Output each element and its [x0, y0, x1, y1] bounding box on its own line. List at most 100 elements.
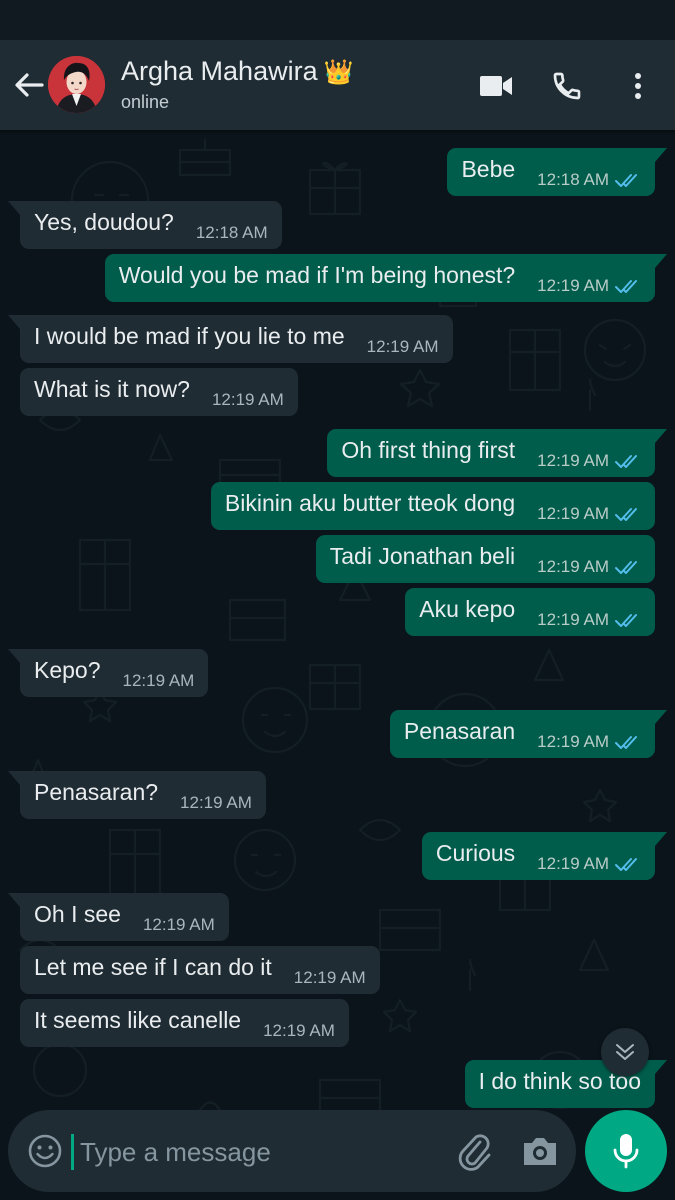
message-meta: 12:19 AM: [180, 793, 252, 813]
outgoing-message-bubble[interactable]: Penasaran 12:19 AM: [389, 710, 668, 758]
message-meta: 12:18 AM: [537, 170, 641, 190]
avatar[interactable]: [48, 56, 105, 113]
message-meta: 12:19 AM: [123, 671, 195, 691]
message-meta: 12:19 AM: [537, 451, 641, 471]
message-text: It seems like canelle: [34, 1006, 242, 1033]
message-meta: 12:19 AM: [537, 557, 641, 577]
outgoing-message-bubble[interactable]: Bebe 12:18 AM: [447, 148, 667, 196]
message-text: Penasaran?: [34, 778, 159, 805]
text-cursor: [71, 1134, 74, 1170]
incoming-message-bubble[interactable]: Kepo? 12:19 AM: [7, 649, 209, 697]
message-composer: [8, 1110, 576, 1192]
message-text: Oh I see: [34, 900, 121, 927]
incoming-message-bubble[interactable]: I would be mad if you lie to me 12:19 AM: [8, 315, 453, 363]
outgoing-message-bubble[interactable]: Aku kepo 12:19 AM: [405, 588, 655, 636]
outgoing-message-bubble[interactable]: Would you be mad if I'm being honest? 12:…: [104, 254, 668, 302]
outgoing-message-row: Penasaran 12:19 AM: [0, 710, 675, 771]
incoming-message-row: Oh I see 12:19 AM: [0, 893, 675, 946]
contact-name-text: Argha Mahawira: [121, 56, 318, 86]
message-meta: 12:19 AM: [367, 337, 439, 357]
message-input[interactable]: [78, 1126, 442, 1178]
more-options-icon[interactable]: [618, 66, 658, 106]
incoming-message-row: Yes, doudou? 12:18 AM: [0, 201, 675, 254]
message-meta: 12:19 AM: [537, 276, 641, 296]
message-meta: 12:18 AM: [196, 223, 268, 243]
crown-emoji: 👑: [323, 59, 354, 86]
message-meta: 12:19 AM: [212, 390, 284, 410]
video-call-icon[interactable]: [476, 66, 516, 106]
message-text: Let me see if I can do it: [34, 953, 272, 980]
message-text: Bikinin aku butter tteok dong: [224, 489, 516, 516]
chat-header: Argha Mahawira 👑 online: [0, 40, 675, 130]
message-time: 12:19 AM: [293, 968, 366, 987]
incoming-message-row: I would be mad if you lie to me 12:19 AM: [0, 315, 675, 368]
incoming-message-row: Let me see if I can do it 12:19 AM: [0, 946, 675, 999]
message-meta: 12:19 AM: [143, 915, 215, 935]
incoming-message-bubble[interactable]: Oh I see 12:19 AM: [8, 893, 229, 941]
message-time: 12:19 AM: [537, 276, 609, 295]
incoming-message-row: What is it now? 12:19 AM: [0, 368, 675, 429]
incoming-message-bubble[interactable]: It seems like canelle 12:19 AM: [20, 999, 349, 1047]
incoming-message-bubble[interactable]: What is it now? 12:19 AM: [20, 368, 298, 416]
outgoing-message-bubble[interactable]: Oh first thing first 12:19 AM: [327, 429, 667, 477]
double-check-icon: [615, 614, 637, 627]
incoming-message-bubble[interactable]: Let me see if I can do it 12:19 AM: [20, 946, 380, 994]
message-text: Would you be mad if I'm being honest?: [118, 261, 516, 288]
outgoing-message-row: Tadi Jonathan beli 12:19 AM: [0, 535, 675, 588]
message-text: I would be mad if you lie to me: [34, 322, 345, 349]
double-check-icon: [615, 561, 637, 574]
scroll-down-icon: [616, 1044, 634, 1060]
double-check-icon: [615, 858, 637, 871]
voice-record-button[interactable]: [585, 1110, 667, 1192]
message-meta: 12:19 AM: [537, 732, 641, 752]
contact-status: online: [121, 92, 170, 112]
message-meta: 12:19 AM: [537, 504, 641, 524]
message-time: 12:19 AM: [211, 390, 284, 409]
message-text: Penasaran: [403, 717, 516, 744]
outgoing-message-row: Bebe 12:18 AM: [0, 148, 675, 201]
message-meta: 12:19 AM: [294, 968, 366, 988]
incoming-message-row: Kepo? 12:19 AM: [0, 649, 675, 710]
incoming-message-row: It seems like canelle 12:19 AM: [0, 999, 675, 1060]
outgoing-message-row: Oh first thing first 12:19 AM: [0, 429, 675, 482]
chat-area[interactable]: Bebe 12:18 AM Yes, doudou? 12:18 AM Would yo…: [0, 130, 675, 1200]
outgoing-message-row: Aku kepo 12:19 AM: [0, 588, 675, 649]
message-text: Yes, doudou?: [34, 208, 174, 235]
scroll-down-button[interactable]: [601, 1028, 649, 1076]
contact-name[interactable]: Argha Mahawira 👑: [121, 56, 353, 87]
emoji-icon[interactable]: [26, 1132, 64, 1170]
outgoing-message-row: I do think so too: [0, 1060, 675, 1113]
outgoing-message-bubble[interactable]: Tadi Jonathan beli 12:19 AM: [315, 535, 655, 583]
message-meta: 12:19 AM: [537, 610, 641, 630]
message-time: 12:19 AM: [263, 1021, 335, 1040]
double-check-icon: [615, 174, 637, 187]
message-meta: 12:19 AM: [263, 1021, 335, 1041]
camera-icon[interactable]: [520, 1132, 560, 1170]
voice-call-icon[interactable]: [547, 66, 587, 106]
message-time: 12:19 AM: [122, 671, 195, 690]
message-text: Tadi Jonathan beli: [329, 542, 516, 569]
message-time: 12:19 AM: [537, 504, 609, 523]
outgoing-message-bubble[interactable]: Curious 12:19 AM: [421, 832, 668, 880]
back-arrow-icon[interactable]: [12, 68, 46, 102]
message-time: 12:19 AM: [142, 915, 215, 934]
message-time: 12:18 AM: [195, 223, 268, 242]
double-check-icon: [615, 508, 637, 521]
message-text: Bebe: [461, 155, 516, 182]
mic-icon: [613, 1134, 639, 1169]
attach-icon[interactable]: [456, 1132, 494, 1172]
double-check-icon: [615, 736, 637, 749]
outgoing-message-row: Curious 12:19 AM: [0, 832, 675, 893]
incoming-message-bubble[interactable]: Penasaran? 12:19 AM: [8, 771, 266, 819]
outgoing-message-bubble[interactable]: Bikinin aku butter tteok dong 12:19 AM: [210, 482, 655, 530]
incoming-message-row: Penasaran? 12:19 AM: [0, 771, 675, 832]
outgoing-message-row: Would you be mad if I'm being honest? 12:…: [0, 254, 675, 315]
incoming-message-bubble[interactable]: Yes, doudou? 12:18 AM: [8, 201, 282, 249]
status-bar: [0, 0, 675, 40]
message-time: 12:19 AM: [537, 854, 609, 873]
message-time: 12:19 AM: [366, 337, 439, 356]
message-time: 12:19 AM: [537, 732, 609, 751]
message-time: 12:19 AM: [537, 557, 609, 576]
message-time: 12:19 AM: [537, 610, 609, 629]
message-time: 12:19 AM: [537, 451, 609, 470]
